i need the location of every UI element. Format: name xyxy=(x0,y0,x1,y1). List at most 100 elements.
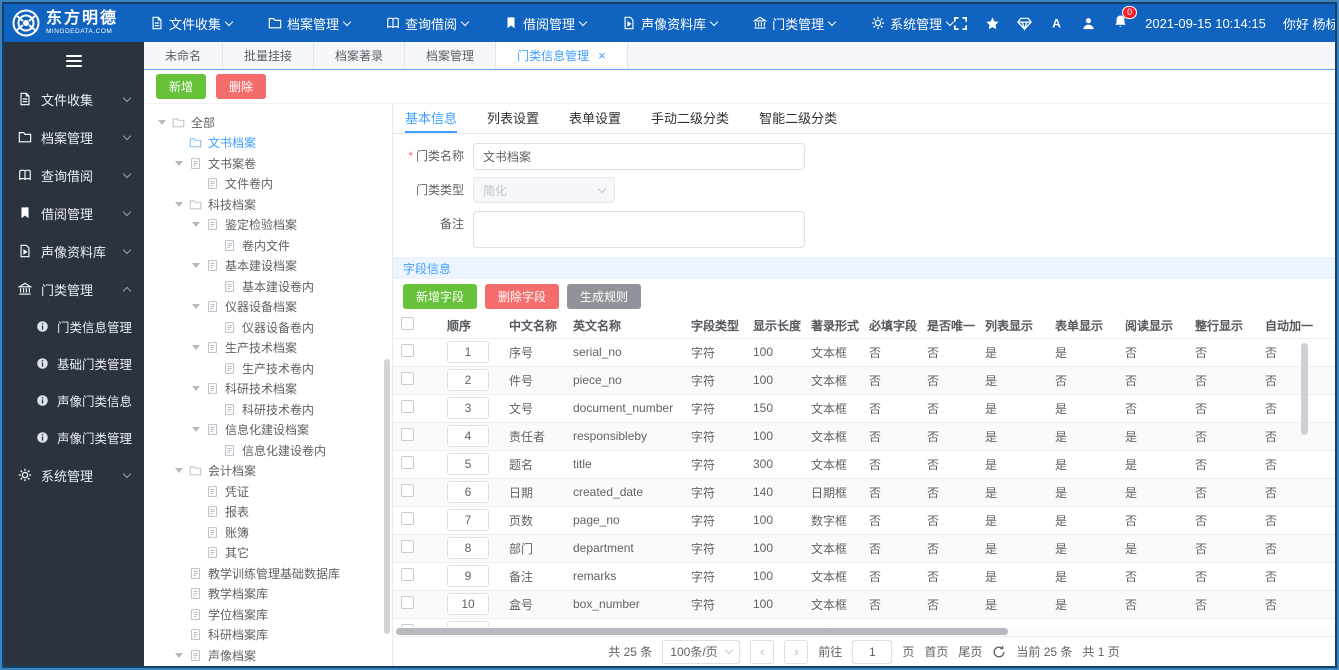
category-type-select[interactable]: 简化 xyxy=(473,177,615,203)
notifications-bell[interactable]: 0 xyxy=(1113,6,1138,32)
tree-node[interactable]: 科研技术卷内 xyxy=(144,399,392,420)
last-page-link[interactable]: 尾页 xyxy=(958,643,982,660)
row-checkbox[interactable] xyxy=(401,400,414,413)
sidebar-subitem[interactable]: 基础门类管理 xyxy=(4,345,144,382)
generate-rule-button[interactable]: 生成规则 xyxy=(567,283,642,309)
topnav-item[interactable]: 借阅管理 xyxy=(504,14,588,33)
tree-node[interactable]: 信息化建设卷内 xyxy=(144,440,392,461)
sidebar-collapse-button[interactable] xyxy=(4,42,144,80)
sidebar-item[interactable]: 文件收集 xyxy=(4,80,144,118)
row-checkbox[interactable] xyxy=(401,428,414,441)
select-all-checkbox[interactable] xyxy=(401,317,414,331)
tree-node[interactable]: 报表 xyxy=(144,502,392,523)
user-icon[interactable] xyxy=(1081,16,1096,31)
order-input[interactable] xyxy=(447,509,489,531)
delete-button[interactable]: 删除 xyxy=(216,74,267,99)
caret-down-icon[interactable] xyxy=(192,304,200,310)
topnav-item[interactable]: 声像资料库 xyxy=(622,14,719,33)
row-checkbox[interactable] xyxy=(401,372,414,385)
topnav-item[interactable]: 档案管理 xyxy=(268,14,352,33)
topnav-item[interactable]: 系统管理 xyxy=(871,14,955,33)
tree-node[interactable]: 基本建设档案 xyxy=(144,256,392,277)
workspace-tab[interactable]: 未命名 xyxy=(144,42,224,69)
sidebar-item[interactable]: 档案管理 xyxy=(4,118,144,156)
tree-node[interactable]: 会计档案 xyxy=(144,461,392,482)
detail-tab[interactable]: 手动二级分类 xyxy=(651,104,729,133)
first-page-link[interactable]: 首页 xyxy=(924,643,948,660)
caret-down-icon[interactable] xyxy=(175,652,183,658)
sidebar-subitem[interactable]: 声像门类信息 xyxy=(4,382,144,419)
workspace-tab[interactable]: 批量挂接 xyxy=(223,42,315,69)
table-vertical-scrollbar[interactable] xyxy=(1301,343,1308,435)
row-checkbox[interactable] xyxy=(401,512,414,525)
tree-node[interactable]: 仪器设备卷内 xyxy=(144,317,392,338)
tree-node[interactable]: 科技档案 xyxy=(144,194,392,215)
row-checkbox[interactable] xyxy=(401,484,414,497)
tree-node[interactable]: 鉴定检验档案 xyxy=(144,215,392,236)
add-field-button[interactable]: 新增字段 xyxy=(403,283,478,309)
order-input[interactable] xyxy=(447,425,489,447)
sidebar-item[interactable]: 查询借阅 xyxy=(4,156,144,194)
add-button[interactable]: 新增 xyxy=(156,74,207,99)
caret-down-icon[interactable] xyxy=(192,427,200,433)
tree-node[interactable]: 文书档案 xyxy=(144,133,392,154)
tree-node[interactable]: 科研档案库 xyxy=(144,625,392,646)
order-input[interactable] xyxy=(447,369,489,391)
tree-node[interactable]: 生产技术档案 xyxy=(144,338,392,359)
topnav-item[interactable]: 门类管理 xyxy=(753,14,837,33)
order-input[interactable] xyxy=(447,453,489,475)
tree-node[interactable]: 文书案卷 xyxy=(144,153,392,174)
next-page-button[interactable]: › xyxy=(784,639,809,664)
row-checkbox[interactable] xyxy=(401,596,414,609)
caret-down-icon[interactable] xyxy=(175,160,183,166)
topnav-item[interactable]: 查询借阅 xyxy=(386,14,470,33)
tree-node[interactable]: 仪器设备档案 xyxy=(144,297,392,318)
gem-icon[interactable] xyxy=(1017,16,1033,31)
tree-node[interactable]: 学位档案库 xyxy=(144,604,392,625)
sidebar-item[interactable]: 门类管理 xyxy=(4,270,144,308)
tree-node[interactable]: 账簿 xyxy=(144,522,392,543)
tree-node[interactable]: 教学档案库 xyxy=(144,584,392,605)
workspace-tab[interactable]: 档案著录 xyxy=(314,42,406,69)
order-input[interactable] xyxy=(447,593,489,615)
caret-down-icon[interactable] xyxy=(175,468,183,474)
tree-node[interactable]: 其它 xyxy=(144,543,392,564)
tree-scrollbar[interactable] xyxy=(384,359,390,634)
refresh-icon[interactable] xyxy=(992,645,1006,659)
order-input[interactable] xyxy=(447,565,489,587)
workspace-tab[interactable]: 门类信息管理 × xyxy=(496,42,628,69)
prev-page-button[interactable]: ‹ xyxy=(750,639,775,664)
row-checkbox[interactable] xyxy=(401,540,414,553)
detail-tab[interactable]: 表单设置 xyxy=(569,104,621,133)
caret-down-icon[interactable] xyxy=(192,222,200,228)
tree-node[interactable]: 全部 xyxy=(144,112,392,133)
tree-node[interactable]: 卷内文件 xyxy=(144,235,392,256)
sidebar-subitem[interactable]: 声像门类管理 xyxy=(4,419,144,456)
sidebar-item[interactable]: 系统管理 xyxy=(4,456,144,494)
fullscreen-icon[interactable] xyxy=(953,16,968,31)
tree-node[interactable]: 科研技术档案 xyxy=(144,379,392,400)
category-name-input[interactable] xyxy=(473,143,805,170)
order-input[interactable] xyxy=(447,481,489,503)
order-input[interactable] xyxy=(447,341,489,363)
tree-node[interactable]: 声像卷内 xyxy=(144,666,392,667)
sidebar-item[interactable]: 声像资料库 xyxy=(4,232,144,270)
caret-down-icon[interactable] xyxy=(192,345,200,351)
sidebar-item[interactable]: 借阅管理 xyxy=(4,194,144,232)
font-size-icon[interactable]: A xyxy=(1049,16,1064,31)
caret-down-icon[interactable] xyxy=(175,201,183,207)
row-checkbox[interactable] xyxy=(401,568,414,581)
detail-tab[interactable]: 列表设置 xyxy=(487,104,539,133)
tree-node[interactable]: 声像档案 xyxy=(144,645,392,666)
star-icon[interactable] xyxy=(985,16,1000,31)
tree-node[interactable]: 生产技术卷内 xyxy=(144,358,392,379)
table-horizontal-scrollbar[interactable] xyxy=(393,627,1335,636)
tree-node[interactable]: 教学训练管理基础数据库 xyxy=(144,563,392,584)
row-checkbox[interactable] xyxy=(401,456,414,469)
sidebar-subitem[interactable]: 门类信息管理 xyxy=(4,308,144,345)
workspace-tab[interactable]: 档案管理 xyxy=(405,42,497,69)
tree-node[interactable]: 基本建设卷内 xyxy=(144,276,392,297)
order-input[interactable] xyxy=(447,537,489,559)
caret-down-icon[interactable] xyxy=(158,119,166,125)
caret-down-icon[interactable] xyxy=(192,263,200,269)
